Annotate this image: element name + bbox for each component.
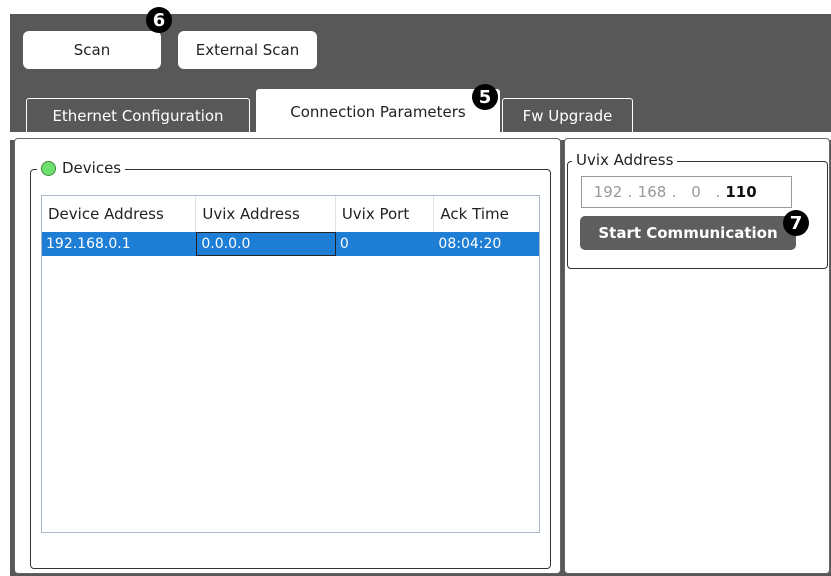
cell-ack-time[interactable]: 08:04:20 <box>434 232 539 256</box>
cell-device-address[interactable]: 192.168.0.1 <box>42 232 197 256</box>
devices-title-label: Devices <box>62 159 122 177</box>
scan-button[interactable]: Scan <box>23 31 161 69</box>
devices-title: Devices <box>37 159 126 177</box>
ip-octet-3: 0 <box>691 183 701 201</box>
column-header-uvix-address[interactable]: Uvix Address <box>196 196 336 232</box>
tab-ethernet-configuration[interactable]: Ethernet Configuration <box>26 98 250 132</box>
ip-octet-1: 192 <box>593 183 623 201</box>
cell-uvix-address[interactable]: 0.0.0.0 <box>196 232 336 256</box>
column-header-device-address[interactable]: Device Address <box>42 196 197 232</box>
ip-separator: . <box>627 183 633 201</box>
ip-octet-2: 168 <box>637 183 667 201</box>
ip-octet-4: 110 <box>725 183 757 201</box>
external-scan-button[interactable]: External Scan <box>178 31 317 69</box>
callout-marker-5: 5 <box>472 84 498 110</box>
ip-separator: . <box>715 183 721 201</box>
ip-separator: . <box>671 183 677 201</box>
app-window: Scan External Scan Ethernet Configuratio… <box>10 14 831 576</box>
callout-marker-7: 7 <box>783 210 809 236</box>
start-communication-button[interactable]: Start Communication <box>580 216 796 250</box>
status-led-icon <box>41 160 56 176</box>
device-table[interactable]: Device Address Uvix Address Uvix Port Ac… <box>41 195 540 533</box>
uvix-panel: Uvix Address 192 . 168 . 0 . 110 Start C… <box>564 138 830 574</box>
tab-fw-upgrade[interactable]: Fw Upgrade <box>502 98 633 132</box>
table-row[interactable]: 192.168.0.1 0.0.0.0 0 08:04:20 <box>42 232 539 256</box>
table-header: Device Address Uvix Address Uvix Port Ac… <box>42 196 539 232</box>
uvix-ip-input[interactable]: 192 . 168 . 0 . 110 <box>581 176 792 208</box>
tab-connection-parameters[interactable]: Connection Parameters <box>256 89 500 134</box>
column-header-uvix-port[interactable]: Uvix Port <box>336 196 435 232</box>
callout-marker-6: 6 <box>146 7 172 33</box>
column-header-ack-time[interactable]: Ack Time <box>434 196 539 232</box>
devices-panel: Devices Device Address Uvix Address Uvix… <box>14 138 561 574</box>
cell-uvix-port[interactable]: 0 <box>335 232 435 256</box>
uvix-address-title: Uvix Address <box>572 151 678 169</box>
devices-groupbox: Devices Device Address Uvix Address Uvix… <box>30 159 551 569</box>
